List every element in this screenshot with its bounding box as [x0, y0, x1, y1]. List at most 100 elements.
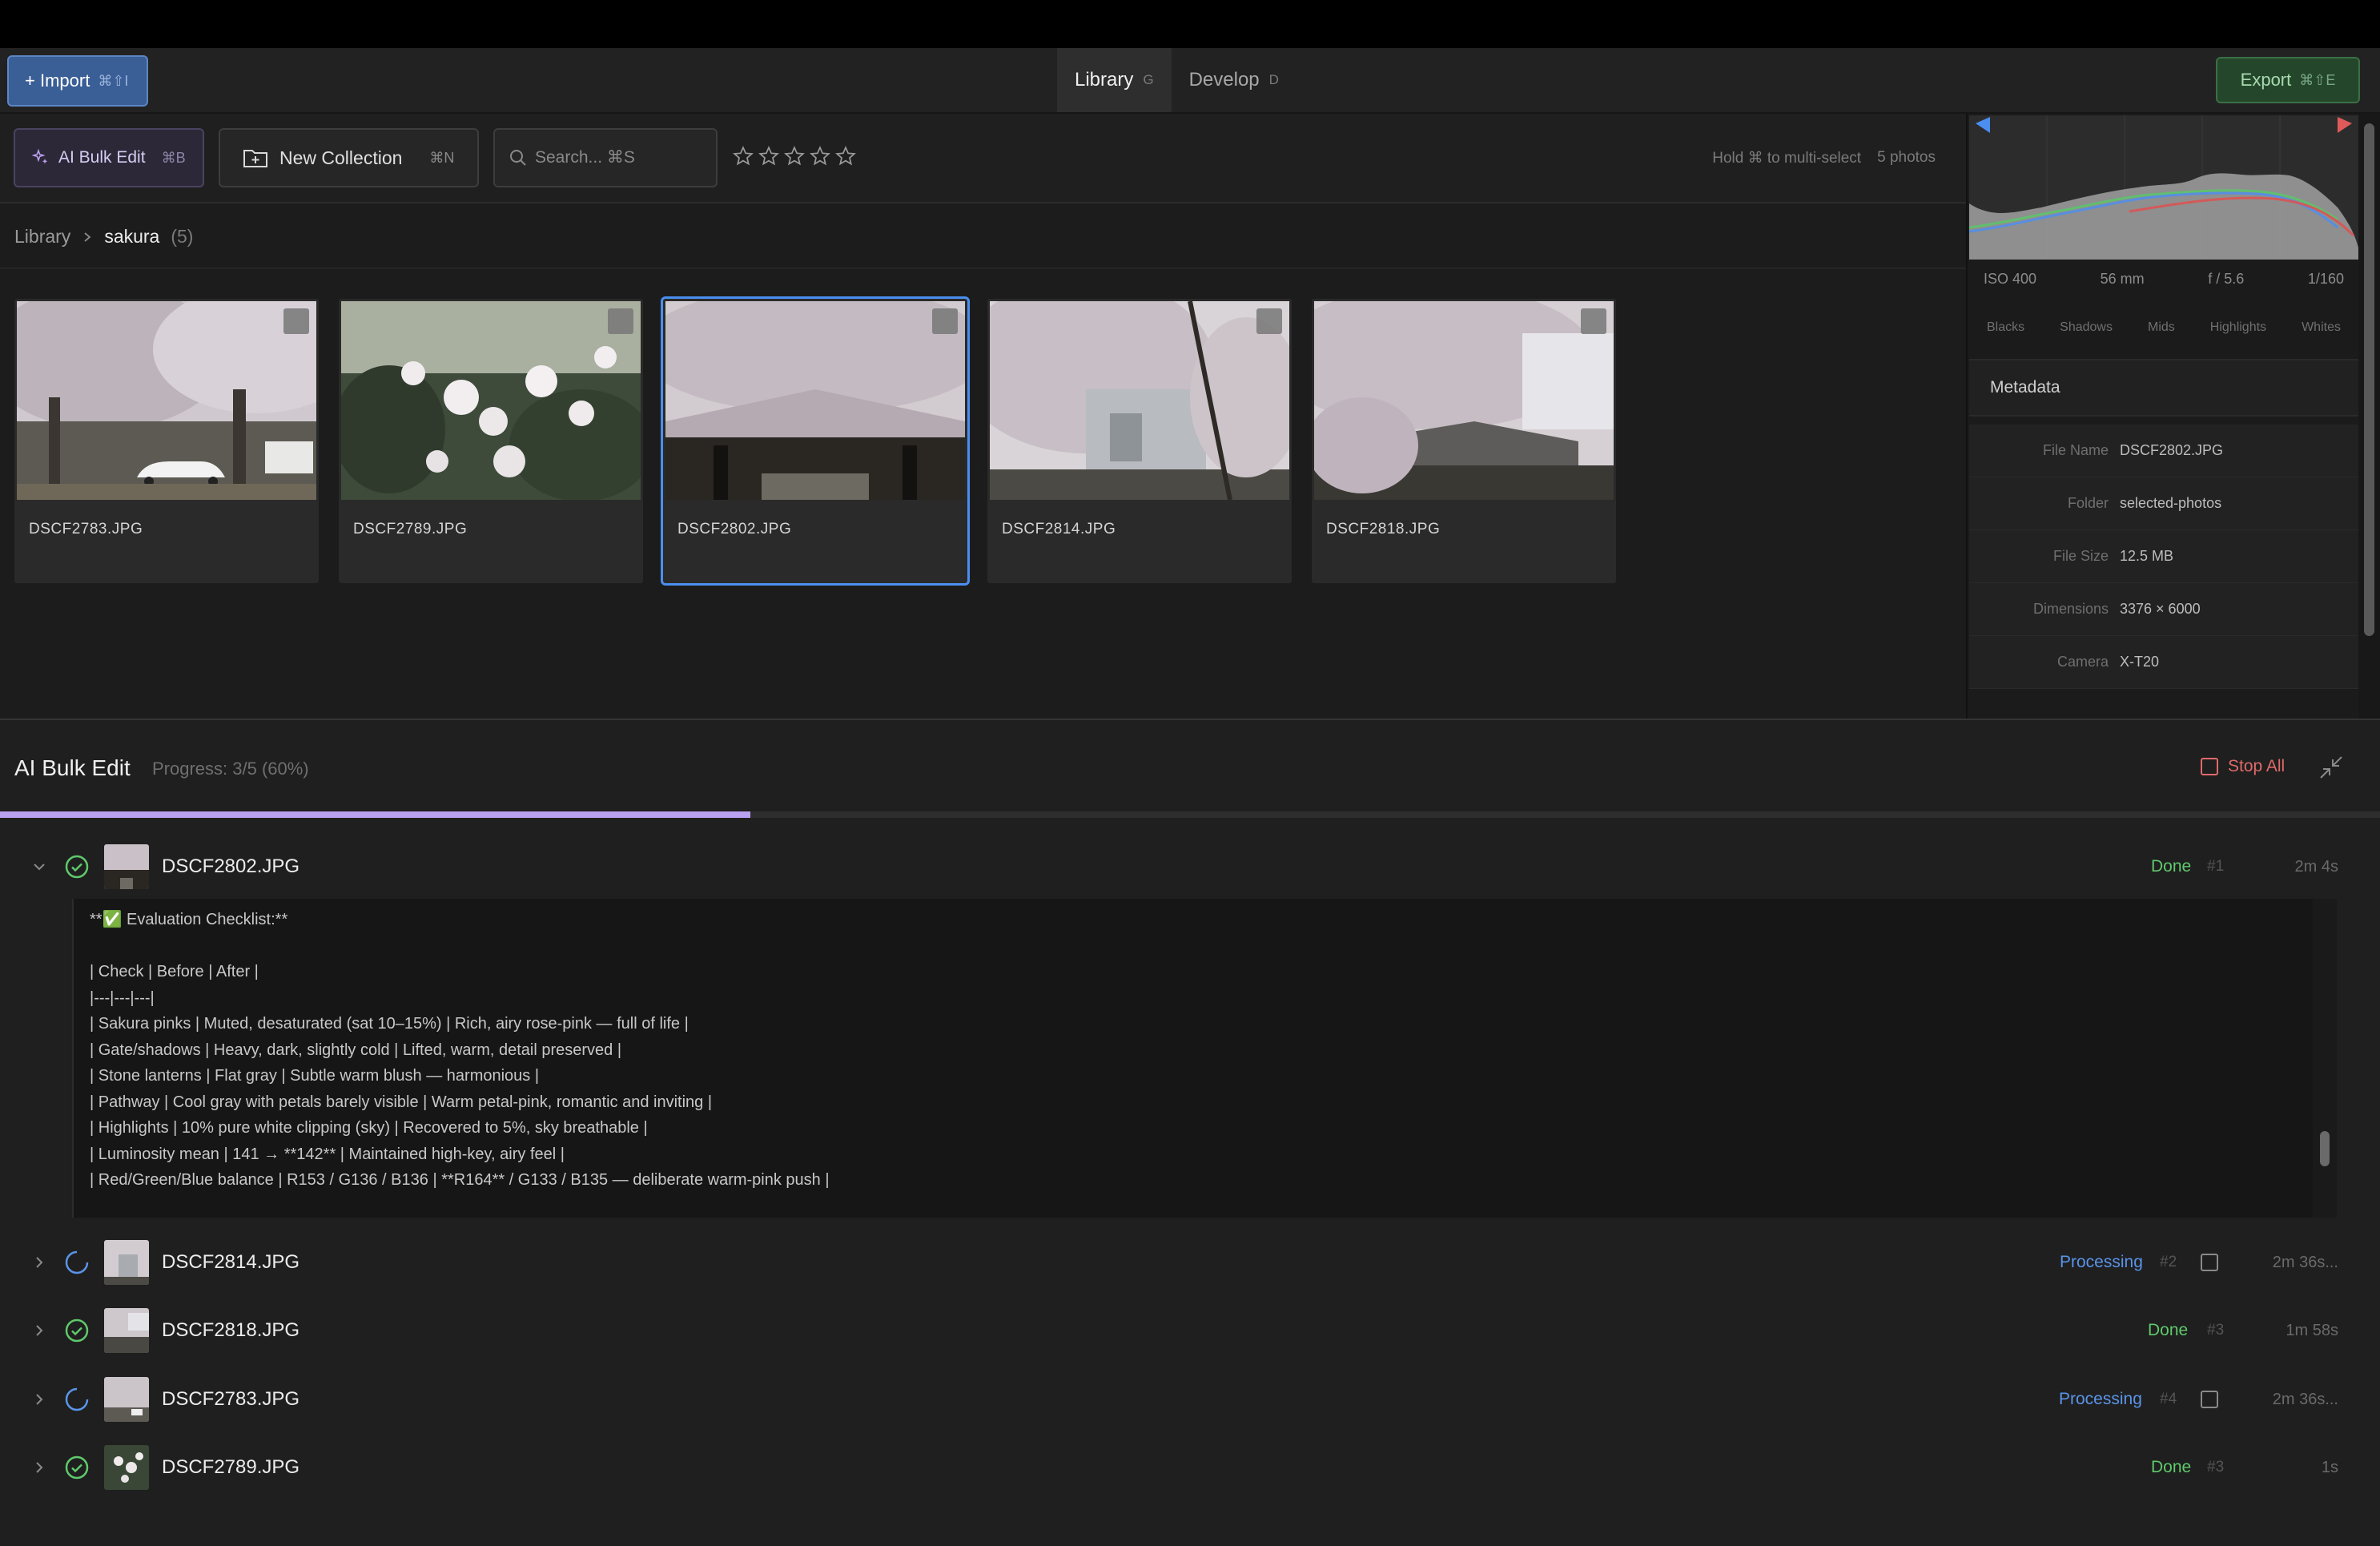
- exif-focal: 56 mm: [2100, 271, 2145, 287]
- select-checkbox[interactable]: [608, 308, 633, 334]
- job-select-checkbox[interactable]: [2201, 1391, 2218, 1408]
- job-filename: DSCF2802.JPG: [162, 856, 300, 877]
- job-time: 1s: [2321, 1458, 2338, 1476]
- histogram: [1968, 115, 2358, 260]
- bulk-progress-text: Progress: 3/5 (60%): [152, 759, 309, 779]
- side-panel-scrollbar[interactable]: [2358, 114, 2380, 719]
- stop-all-button[interactable]: Stop All: [2201, 757, 2285, 776]
- metadata-key: Camera: [2056, 654, 2109, 670]
- import-shortcut: ⌘⇧I: [98, 72, 129, 89]
- collapse-icon[interactable]: [2318, 754, 2345, 781]
- photo-filename: DSCF2802.JPG: [677, 521, 792, 537]
- select-checkbox[interactable]: [1256, 308, 1282, 334]
- job-row[interactable]: DSCF2802.JPG Done #1 2m 4s: [0, 835, 2380, 899]
- library-toolbar: AI Bulk Edit ⌘B New Collection ⌘N Hold ⌘…: [0, 114, 1966, 203]
- metadata-value: 12.5 MB: [2120, 548, 2174, 564]
- job-time: 2m 4s: [2294, 857, 2338, 876]
- tab-develop[interactable]: Develop D: [1172, 48, 1297, 112]
- check-circle-icon: [65, 855, 89, 879]
- job-row[interactable]: DSCF2814.JPG Processing #2 2m 36s...: [0, 1230, 2380, 1294]
- library-panel: AI Bulk Edit ⌘B New Collection ⌘N Hold ⌘…: [0, 114, 1966, 719]
- star-icon[interactable]: [810, 146, 830, 167]
- tone-zones: Blacks Shadows Mids Highlights Whites: [1969, 320, 2358, 335]
- export-button[interactable]: Export ⌘⇧E: [2216, 57, 2360, 103]
- chevron-right-icon[interactable]: [30, 1391, 48, 1408]
- photo-card[interactable]: DSCF2818.JPG: [1312, 299, 1616, 583]
- chevron-down-icon[interactable]: [30, 858, 48, 876]
- chevron-right-icon[interactable]: [30, 1254, 48, 1271]
- job-number: #2: [2160, 1254, 2177, 1270]
- photo-filename: DSCF2783.JPG: [29, 521, 143, 537]
- metadata-list: File Name DSCF2802.JPG Folder selected-p…: [1969, 425, 2358, 689]
- breadcrumb-count: (5): [171, 226, 194, 247]
- job-filename: DSCF2818.JPG: [162, 1319, 300, 1341]
- tab-library-label: Library: [1075, 69, 1134, 91]
- scrollbar-thumb[interactable]: [2364, 123, 2374, 636]
- chevron-right-icon[interactable]: [30, 1459, 48, 1476]
- job-time: 1m 58s: [2286, 1321, 2338, 1339]
- import-label: + Import: [25, 70, 90, 91]
- import-button[interactable]: + Import ⌘⇧I: [7, 55, 148, 107]
- photo-card[interactable]: DSCF2814.JPG: [987, 299, 1292, 583]
- new-collection-button[interactable]: New Collection ⌘N: [219, 128, 479, 187]
- log-text: **✅ Evaluation Checklist:** | Check | Be…: [90, 907, 830, 1194]
- metadata-section-header[interactable]: Metadata: [1969, 359, 2358, 417]
- job-row[interactable]: DSCF2818.JPG Done #3 1m 58s: [0, 1298, 2380, 1363]
- multi-select-hint: Hold ⌘ to multi-select: [1712, 150, 1862, 167]
- log-line: | Stone lanterns | Flat gray | Subtle wa…: [90, 1067, 540, 1085]
- star-icon[interactable]: [835, 146, 856, 167]
- photo-card[interactable]: DSCF2783.JPG: [14, 299, 319, 583]
- metadata-row: Dimensions 3376 × 6000: [1969, 583, 2358, 636]
- log-line: | Highlights | 10% pure white clipping (…: [90, 1119, 648, 1137]
- photo-filename: DSCF2789.JPG: [353, 521, 468, 537]
- zone-highlights[interactable]: Highlights: [2210, 320, 2266, 335]
- select-checkbox[interactable]: [932, 308, 958, 334]
- tab-library[interactable]: Library G: [1057, 48, 1172, 112]
- photo-thumbnail: [17, 301, 316, 500]
- job-time: 2m 36s...: [2272, 1390, 2338, 1408]
- exif-shutter: 1/160: [2307, 271, 2344, 287]
- log-scrollbar[interactable]: [2313, 899, 2337, 1218]
- job-select-checkbox[interactable]: [2201, 1254, 2218, 1271]
- job-status: Processing: [2060, 1253, 2143, 1271]
- job-row[interactable]: DSCF2783.JPG Processing #4 2m 36s...: [0, 1367, 2380, 1431]
- photo-card-selected[interactable]: DSCF2802.JPG: [661, 296, 970, 586]
- breadcrumb: Library sakura (5): [14, 226, 193, 248]
- star-icon[interactable]: [758, 146, 779, 167]
- metadata-row: Camera X-T20: [1969, 636, 2358, 689]
- spinner-icon: [65, 1387, 89, 1411]
- zone-blacks[interactable]: Blacks: [1987, 320, 2024, 335]
- scrollbar-thumb[interactable]: [2320, 1131, 2330, 1166]
- stop-all-label: Stop All: [2228, 757, 2286, 775]
- select-checkbox[interactable]: [1581, 308, 1606, 334]
- search-input[interactable]: [535, 148, 695, 167]
- job-thumbnail: [104, 1445, 149, 1490]
- job-number: #3: [2207, 1459, 2225, 1476]
- metadata-title: Metadata: [1990, 378, 2060, 397]
- log-line: | Luminosity mean | 141 → **142** | Main…: [90, 1145, 565, 1163]
- zone-whites[interactable]: Whites: [2302, 320, 2341, 335]
- star-icon[interactable]: [784, 146, 805, 167]
- breadcrumb-root[interactable]: Library: [14, 226, 70, 248]
- exif-info: ISO 400 56 mm f / 5.6 1/160: [1969, 271, 2358, 288]
- select-checkbox[interactable]: [283, 308, 309, 334]
- photo-card[interactable]: DSCF2789.JPG: [339, 299, 643, 583]
- export-label: Export: [2240, 70, 2292, 90]
- zone-mids[interactable]: Mids: [2148, 320, 2175, 335]
- ai-bulk-edit-shortcut: ⌘B: [161, 149, 186, 166]
- check-circle-icon: [65, 1455, 89, 1480]
- ai-bulk-edit-panel: AI Bulk Edit Progress: 3/5 (60%) Stop Al…: [0, 719, 2380, 1546]
- stop-icon: [2201, 758, 2218, 775]
- ai-bulk-edit-button[interactable]: AI Bulk Edit ⌘B: [14, 128, 204, 187]
- job-filename: DSCF2789.JPG: [162, 1456, 300, 1478]
- job-row[interactable]: DSCF2789.JPG Done #3 1s: [0, 1435, 2380, 1500]
- bulk-panel-title: AI Bulk Edit: [14, 755, 131, 780]
- zone-shadows[interactable]: Shadows: [2060, 320, 2113, 335]
- star-icon[interactable]: [733, 146, 754, 167]
- tab-develop-label: Develop: [1188, 69, 1260, 91]
- metadata-value: 3376 × 6000: [2120, 601, 2201, 617]
- tab-develop-shortcut: D: [1268, 72, 1279, 87]
- job-number: #4: [2160, 1391, 2177, 1407]
- chevron-right-icon[interactable]: [30, 1322, 48, 1339]
- log-line: **✅ Evaluation Checklist:**: [90, 911, 288, 928]
